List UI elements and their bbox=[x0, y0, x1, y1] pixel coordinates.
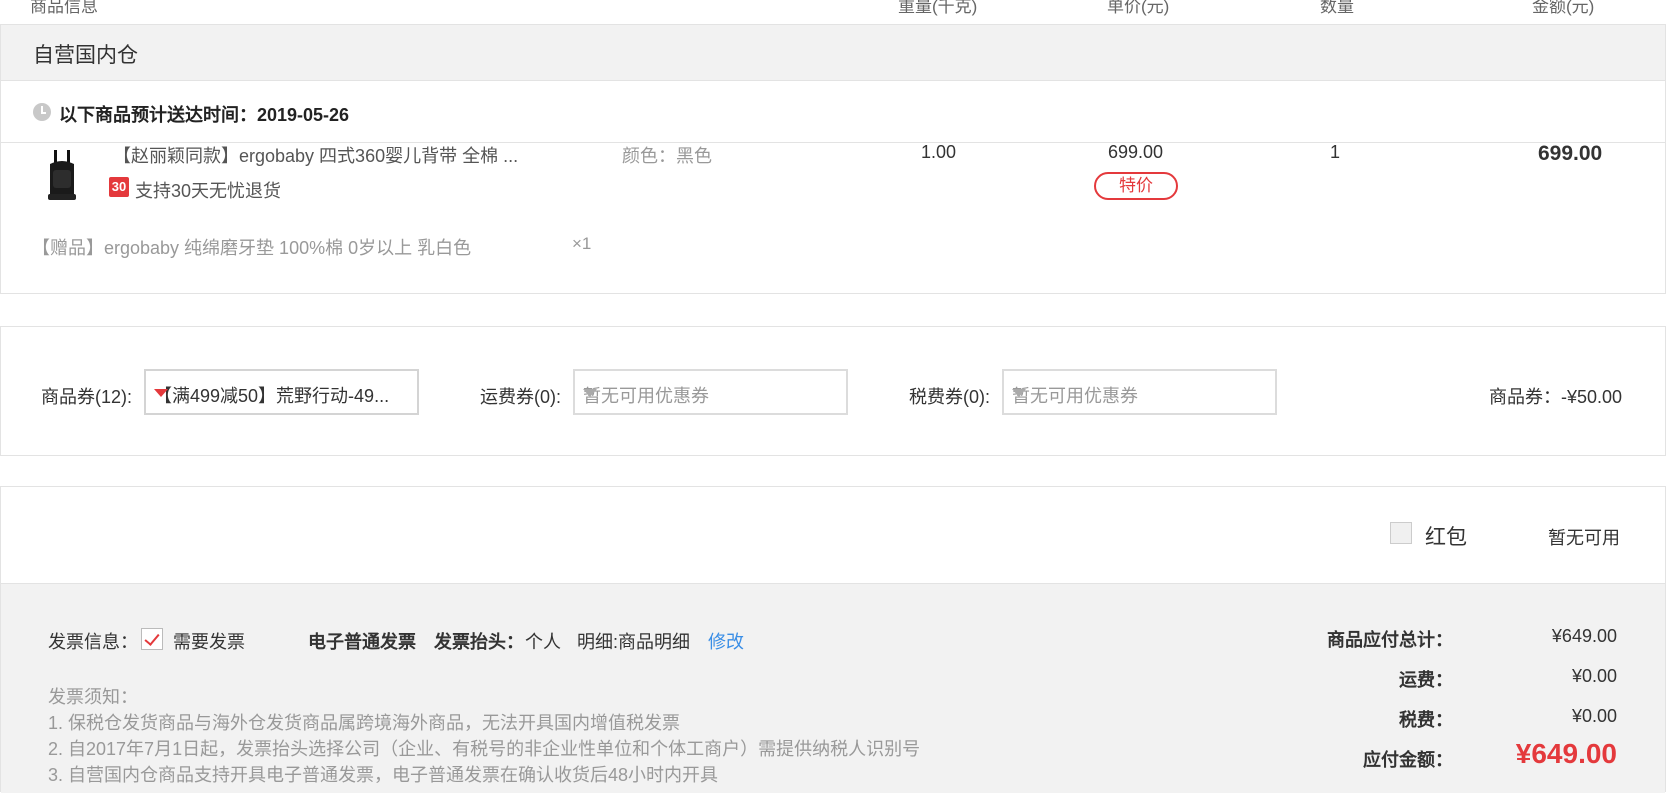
product-name-link[interactable]: 【赵丽颖同款】ergobaby 四式360婴儿背带 全棉 ... bbox=[113, 142, 518, 168]
invoice-title-value: 个人 bbox=[525, 632, 561, 652]
invoice-info-label: 发票信息： bbox=[48, 632, 138, 652]
tax-coupon-select[interactable]: 暂无可用优惠券 bbox=[1002, 369, 1277, 415]
chevron-down-icon bbox=[1012, 389, 1026, 397]
coupon-section: 商品券(12): 【满499减50】荒野行动-49... 运费券(0): 暂无可… bbox=[0, 326, 1666, 456]
col-amount-header: 金额(元) bbox=[1532, 0, 1595, 16]
red-packet-checkbox[interactable] bbox=[1390, 522, 1412, 544]
product-amount: 699.00 bbox=[1538, 142, 1603, 165]
invoice-note-item: 3. 自营国内仓商品支持开具电子普通发票，电子普通发票在确认收货后48小时内开具 bbox=[48, 765, 719, 785]
invoice-title-label: 发票抬头： bbox=[434, 632, 524, 652]
checkout-bottom-section: 红包 暂无可用 发票信息： 需要发票 电子普通发票 发票抬头： 个人 明细:商品… bbox=[0, 486, 1666, 793]
tax-fee-value: ¥0.00 bbox=[1571, 706, 1617, 726]
red-packet-status: 暂无可用 bbox=[1548, 528, 1620, 548]
red-packet-label: 红包 bbox=[1425, 526, 1467, 549]
invoice-type: 电子普通发票 bbox=[308, 632, 416, 652]
warehouse-title-bar: 自营国内仓 bbox=[1, 25, 1665, 81]
gift-item-qty: ×1 bbox=[572, 234, 592, 253]
product-quantity: 1 bbox=[1330, 142, 1341, 162]
need-invoice-checkbox[interactable] bbox=[141, 628, 163, 650]
product-color: 颜色：黑色 bbox=[622, 146, 712, 166]
gift-item-name: 【赠品】ergobaby 纯绵磨牙垫 100%棉 0岁以上 乳白色 bbox=[32, 238, 472, 258]
col-weight-header: 重量(千克) bbox=[898, 0, 978, 16]
goods-coupon-label: 商品券(12): bbox=[41, 387, 133, 407]
shipping-coupon-label: 运费券(0): bbox=[480, 387, 561, 407]
need-invoice-label: 需要发票 bbox=[173, 632, 245, 652]
shipping-coupon-select[interactable]: 暂无可用优惠券 bbox=[573, 369, 848, 415]
invoice-panel: 发票信息： 需要发票 电子普通发票 发票抬头： 个人 明细:商品明细 修改 发票… bbox=[1, 584, 1665, 793]
goods-total-value: ¥649.00 bbox=[1551, 626, 1617, 646]
payable-amount-label: 应付金额： bbox=[1363, 750, 1453, 770]
tax-coupon-label: 税费券(0): bbox=[909, 387, 990, 407]
tax-fee-label: 税费： bbox=[1399, 710, 1453, 730]
shipping-fee-value: ¥0.00 bbox=[1571, 666, 1617, 686]
goods-total-label: 商品应付总计： bbox=[1327, 630, 1453, 650]
invoice-edit-link[interactable]: 修改 bbox=[708, 628, 744, 654]
warehouse-title: 自营国内仓 bbox=[33, 44, 138, 67]
product-unit-price: 699.00 bbox=[1108, 142, 1164, 162]
refund-30-icon: 30 bbox=[109, 177, 129, 197]
invoice-note-item: 1. 保税仓发货商品与海外仓发货商品属跨境海外商品，无法开具国内增值税发票 bbox=[48, 713, 681, 733]
coupon-discount-summary: 商品券：-¥50.00 bbox=[1489, 387, 1623, 407]
refund-policy-text: 支持30天无忧退货 bbox=[135, 181, 282, 201]
col-qty-header: 数量 bbox=[1320, 0, 1354, 16]
product-thumbnail[interactable] bbox=[44, 148, 80, 206]
shipping-fee-label: 运费： bbox=[1399, 670, 1453, 690]
invoice-notes-title: 发票须知： bbox=[48, 687, 138, 707]
goods-coupon-select[interactable]: 【满499减50】荒野行动-49... bbox=[144, 369, 419, 415]
delivery-text: 以下商品预计送达时间：2019-05-26 bbox=[59, 105, 350, 125]
tax-coupon-placeholder: 暂无可用优惠券 bbox=[1012, 386, 1138, 406]
special-price-badge: 特价 bbox=[1094, 172, 1178, 200]
invoice-detail: 明细:商品明细 bbox=[577, 632, 691, 652]
goods-coupon-selected: 【满499减50】荒野行动-49... bbox=[154, 386, 390, 406]
shipping-coupon-placeholder: 暂无可用优惠券 bbox=[583, 386, 709, 406]
product-weight: 1.00 bbox=[921, 142, 957, 162]
payable-amount-value: ¥649.00 bbox=[1515, 738, 1617, 769]
col-product-header: 商品信息 bbox=[30, 0, 98, 16]
clock-icon bbox=[33, 103, 51, 121]
invoice-note-item: 2. 自2017年7月1日起，发票抬头选择公司（企业、有税号的非企业性单位和个体… bbox=[48, 739, 921, 759]
chevron-down-icon bbox=[154, 389, 168, 397]
col-unit-price-header: 单价(元) bbox=[1107, 0, 1170, 16]
delivery-estimate: 以下商品预计送达时间：2019-05-26 bbox=[1, 81, 1665, 143]
red-packet-row: 红包 暂无可用 bbox=[1, 487, 1665, 584]
chevron-down-icon bbox=[583, 389, 597, 397]
